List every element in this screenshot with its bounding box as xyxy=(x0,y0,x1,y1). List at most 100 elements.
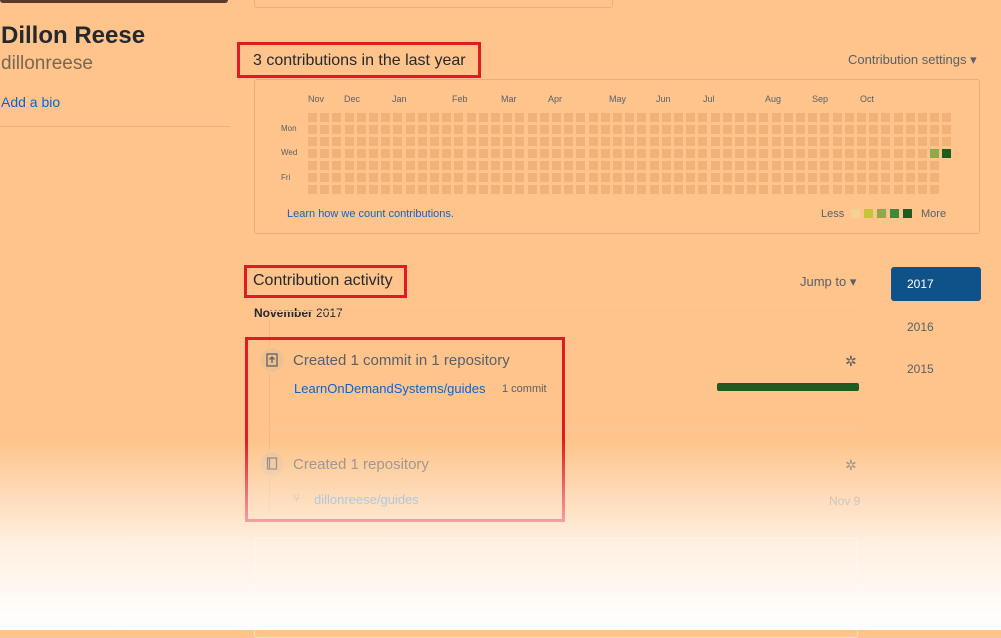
calendar-day-cell[interactable] xyxy=(613,137,622,146)
calendar-day-cell[interactable] xyxy=(601,125,610,134)
calendar-day-cell[interactable] xyxy=(723,173,732,182)
calendar-day-cell[interactable] xyxy=(723,185,732,194)
calendar-day-cell[interactable] xyxy=(784,137,793,146)
calendar-day-cell[interactable] xyxy=(393,173,402,182)
calendar-day-cell[interactable] xyxy=(467,137,476,146)
calendar-day-cell[interactable] xyxy=(406,125,415,134)
calendar-day-cell[interactable] xyxy=(454,125,463,134)
calendar-day-cell[interactable] xyxy=(808,185,817,194)
calendar-day-cell[interactable] xyxy=(369,113,378,122)
calendar-day-cell[interactable] xyxy=(759,149,768,158)
calendar-day-cell[interactable] xyxy=(345,149,354,158)
calendar-day-cell[interactable] xyxy=(869,137,878,146)
calendar-day-cell[interactable] xyxy=(796,137,805,146)
calendar-day-cell[interactable] xyxy=(418,113,427,122)
calendar-day-cell[interactable] xyxy=(820,113,829,122)
calendar-day-cell[interactable] xyxy=(894,137,903,146)
calendar-day-cell[interactable] xyxy=(662,149,671,158)
calendar-day-cell[interactable] xyxy=(857,137,866,146)
calendar-day-cell[interactable] xyxy=(540,137,549,146)
calendar-day-cell[interactable] xyxy=(320,113,329,122)
calendar-day-cell[interactable] xyxy=(808,113,817,122)
calendar-day-cell[interactable] xyxy=(503,149,512,158)
calendar-day-cell[interactable] xyxy=(772,149,781,158)
calendar-day-cell[interactable] xyxy=(625,125,634,134)
calendar-day-cell[interactable] xyxy=(833,185,842,194)
calendar-day-cell[interactable] xyxy=(442,173,451,182)
calendar-day-cell[interactable] xyxy=(772,185,781,194)
calendar-day-cell[interactable] xyxy=(345,113,354,122)
calendar-day-cell[interactable] xyxy=(454,173,463,182)
calendar-day-cell[interactable] xyxy=(759,113,768,122)
calendar-day-cell[interactable] xyxy=(894,185,903,194)
calendar-day-cell[interactable] xyxy=(796,161,805,170)
calendar-day-cell[interactable] xyxy=(698,149,707,158)
calendar-day-cell[interactable] xyxy=(601,137,610,146)
calendar-day-cell[interactable] xyxy=(320,125,329,134)
calendar-day-cell[interactable] xyxy=(637,161,646,170)
calendar-day-cell[interactable] xyxy=(479,161,488,170)
calendar-day-cell[interactable] xyxy=(479,185,488,194)
calendar-day-cell[interactable] xyxy=(735,173,744,182)
calendar-day-cell[interactable] xyxy=(747,173,756,182)
calendar-day-cell[interactable] xyxy=(625,137,634,146)
calendar-day-cell[interactable] xyxy=(674,125,683,134)
calendar-day-cell[interactable] xyxy=(918,137,927,146)
calendar-day-cell[interactable] xyxy=(442,149,451,158)
calendar-day-cell[interactable] xyxy=(723,113,732,122)
calendar-day-cell[interactable] xyxy=(320,137,329,146)
calendar-day-cell[interactable] xyxy=(784,125,793,134)
calendar-day-cell[interactable] xyxy=(808,149,817,158)
calendar-day-cell[interactable] xyxy=(454,185,463,194)
calendar-day-cell[interactable] xyxy=(540,113,549,122)
calendar-day-cell[interactable] xyxy=(735,185,744,194)
calendar-day-cell[interactable] xyxy=(369,149,378,158)
calendar-day-cell[interactable] xyxy=(601,149,610,158)
calendar-day-cell[interactable] xyxy=(503,173,512,182)
calendar-day-cell[interactable] xyxy=(381,125,390,134)
calendar-day-cell[interactable] xyxy=(711,149,720,158)
calendar-day-cell[interactable] xyxy=(308,185,317,194)
calendar-day-cell[interactable] xyxy=(332,161,341,170)
calendar-day-cell[interactable] xyxy=(735,137,744,146)
calendar-day-cell[interactable] xyxy=(930,137,939,146)
calendar-day-cell[interactable] xyxy=(467,185,476,194)
calendar-day-cell[interactable] xyxy=(357,161,366,170)
calendar-day-cell[interactable] xyxy=(589,113,598,122)
calendar-day-cell[interactable] xyxy=(552,125,561,134)
calendar-day-cell[interactable] xyxy=(711,125,720,134)
calendar-day-cell[interactable] xyxy=(442,185,451,194)
calendar-day-cell[interactable] xyxy=(564,185,573,194)
calendar-day-cell[interactable] xyxy=(869,185,878,194)
calendar-day-cell[interactable] xyxy=(820,149,829,158)
calendar-day-cell[interactable] xyxy=(784,113,793,122)
calendar-day-cell[interactable] xyxy=(406,161,415,170)
calendar-day-cell[interactable] xyxy=(357,113,366,122)
year-2017-button[interactable]: 2017 xyxy=(891,267,981,301)
calendar-day-cell[interactable] xyxy=(332,137,341,146)
calendar-day-cell[interactable] xyxy=(345,137,354,146)
calendar-day-cell[interactable] xyxy=(589,161,598,170)
calendar-day-cell[interactable] xyxy=(369,125,378,134)
calendar-day-cell[interactable] xyxy=(650,125,659,134)
calendar-day-cell[interactable] xyxy=(650,161,659,170)
calendar-day-cell[interactable] xyxy=(320,161,329,170)
calendar-day-cell[interactable] xyxy=(674,173,683,182)
calendar-day-cell[interactable] xyxy=(906,149,915,158)
calendar-day-cell[interactable] xyxy=(345,173,354,182)
contribution-settings-dropdown[interactable]: Contribution settings ▾ xyxy=(848,52,977,68)
calendar-day-cell[interactable] xyxy=(564,113,573,122)
calendar-day-cell[interactable] xyxy=(820,161,829,170)
calendar-day-cell[interactable] xyxy=(747,113,756,122)
calendar-day-cell[interactable] xyxy=(833,173,842,182)
calendar-day-cell[interactable] xyxy=(881,125,890,134)
calendar-day-cell[interactable] xyxy=(833,149,842,158)
calendar-day-cell[interactable] xyxy=(576,185,585,194)
calendar-day-cell[interactable] xyxy=(540,125,549,134)
calendar-day-cell[interactable] xyxy=(662,137,671,146)
calendar-day-cell[interactable] xyxy=(552,137,561,146)
calendar-day-cell[interactable] xyxy=(637,125,646,134)
calendar-day-cell[interactable] xyxy=(613,161,622,170)
calendar-day-cell[interactable] xyxy=(625,149,634,158)
calendar-day-cell[interactable] xyxy=(698,113,707,122)
